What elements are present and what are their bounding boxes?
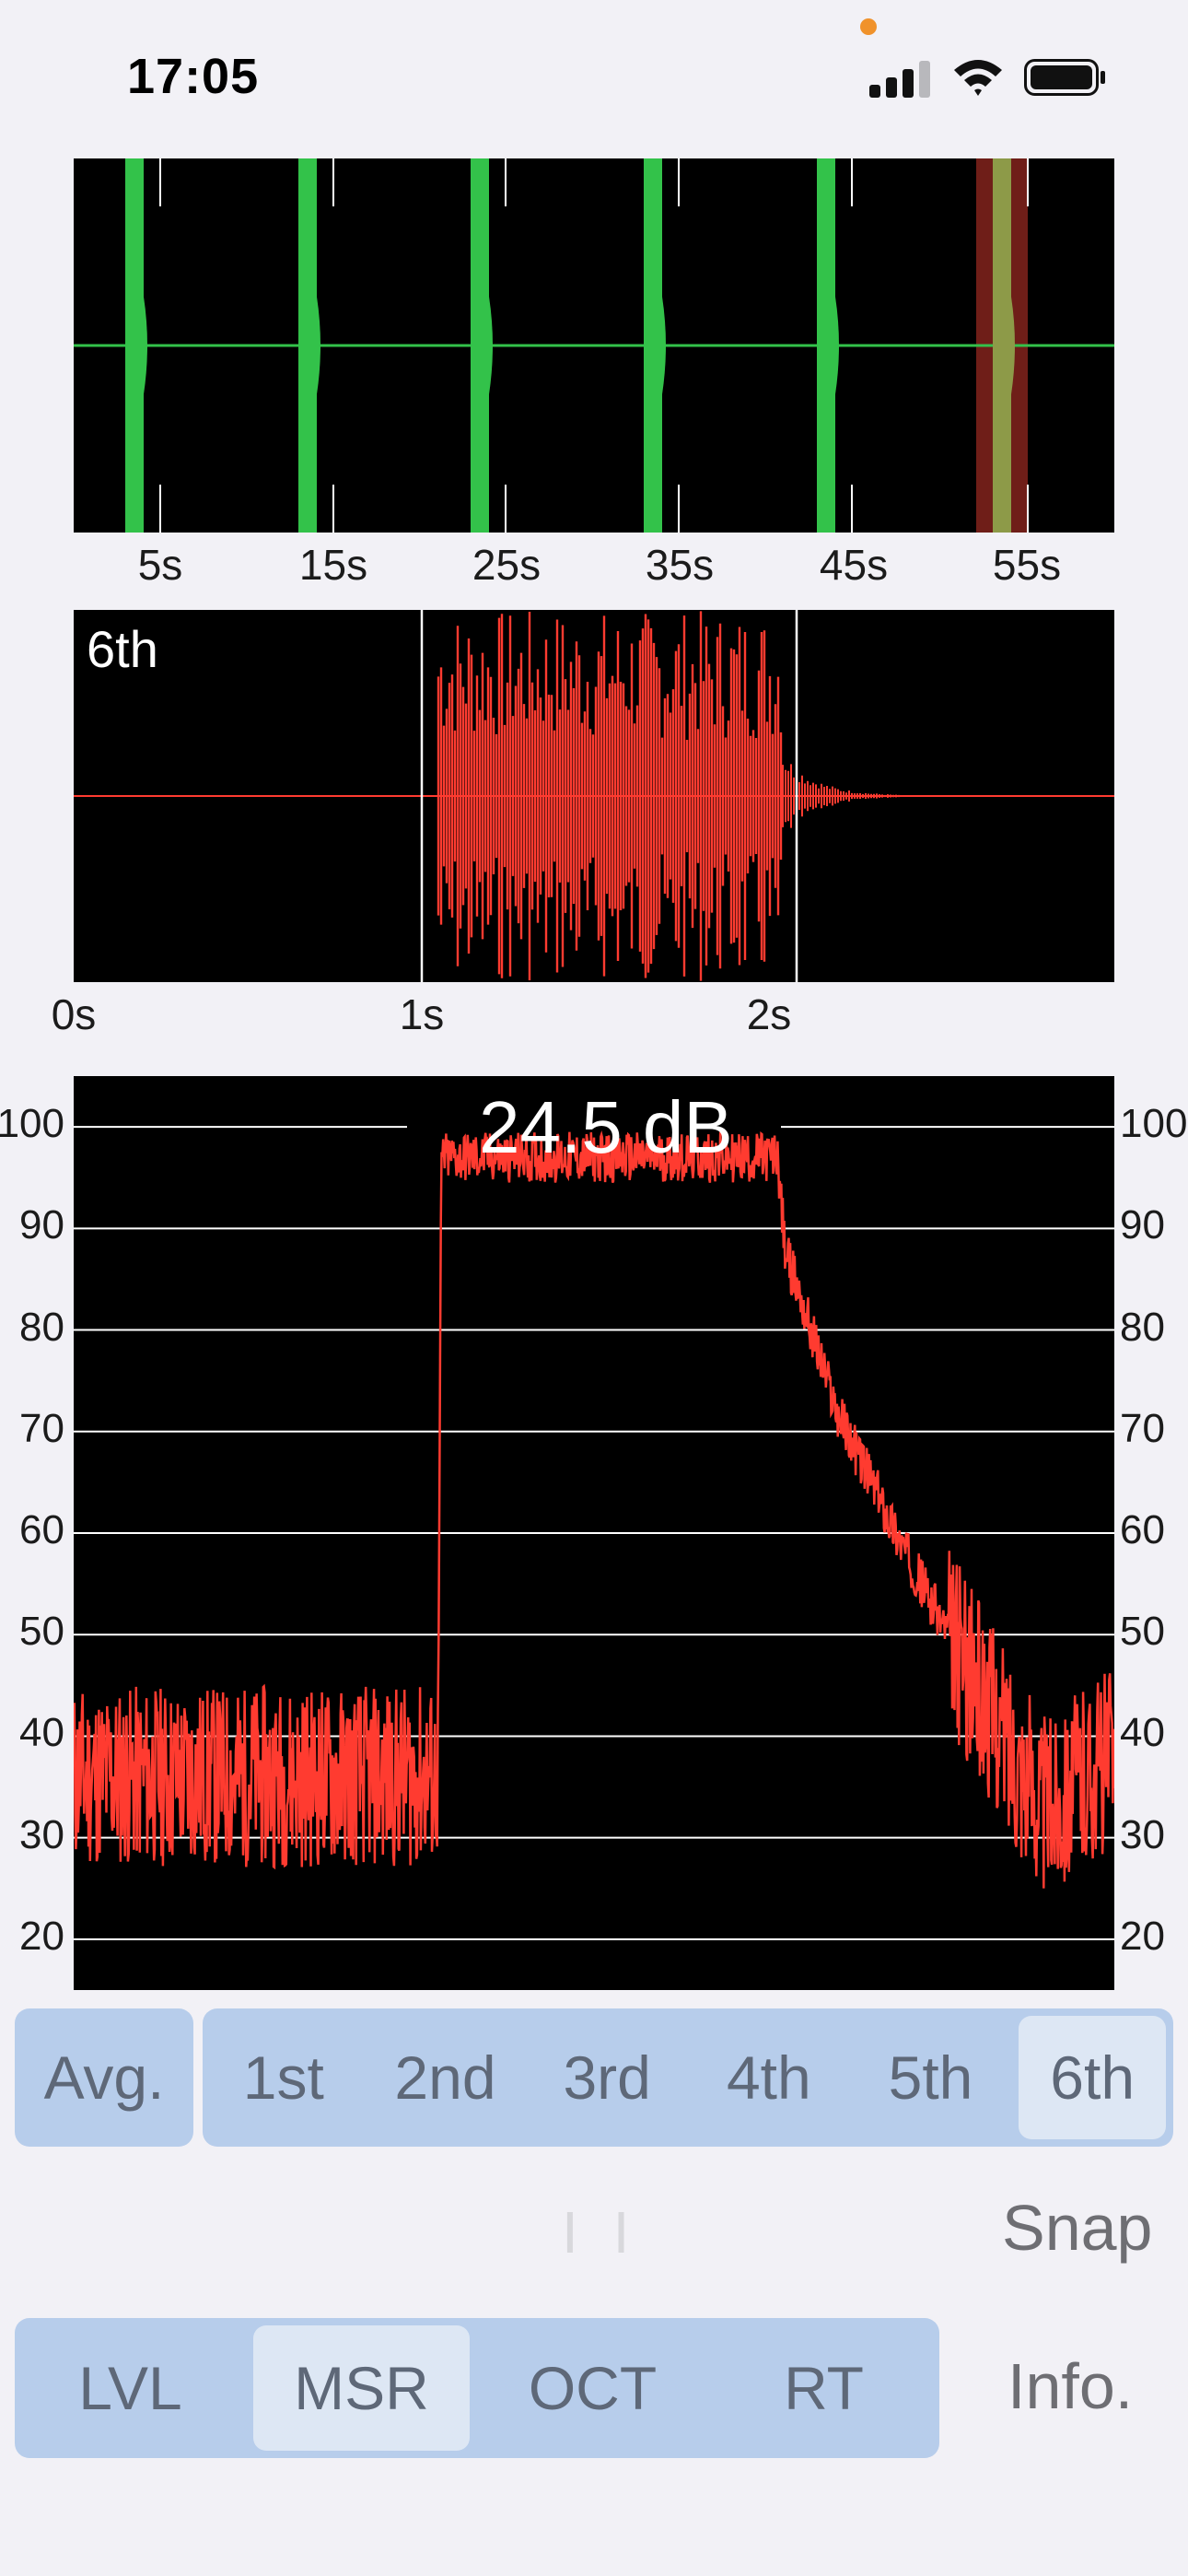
measurement-tab-1st[interactable]: 1st	[203, 2008, 365, 2147]
mode-tabs: LVL MSR OCT RT	[15, 2318, 939, 2458]
battery-icon	[1024, 59, 1105, 96]
y-tick-label: 90	[19, 1202, 64, 1248]
overview-burst	[817, 158, 835, 533]
y-tick-label: 50	[1120, 1609, 1165, 1655]
info-button[interactable]: Info.	[1007, 2349, 1133, 2423]
detail-burst	[437, 611, 783, 981]
y-tick-label: 30	[1120, 1811, 1165, 1857]
overview-burst	[471, 158, 489, 533]
y-tick-label: 50	[19, 1609, 64, 1655]
y-tick-label: 40	[1120, 1710, 1165, 1756]
overview-tick-label: 25s	[472, 541, 542, 589]
mode-tab-rt[interactable]: RT	[708, 2318, 939, 2458]
overview-burst	[125, 158, 144, 533]
overview-waveform[interactable]	[74, 158, 1114, 533]
pause-button[interactable]: I I	[562, 2198, 638, 2266]
detail-tick-label: 0s	[51, 990, 97, 1038]
y-tick-label: 60	[19, 1507, 64, 1552]
y-tick-label: 100	[1120, 1101, 1188, 1147]
y-tick-label: 20	[19, 1913, 64, 1959]
cellular-signal-icon	[869, 61, 932, 98]
overview-burst-tail	[317, 297, 320, 394]
mode-tab-lvl[interactable]: LVL	[15, 2318, 246, 2458]
recording-indicator-dot	[860, 18, 877, 35]
mode-tab-oct[interactable]: OCT	[477, 2318, 708, 2458]
overview-tick-label: 15s	[298, 541, 368, 589]
overview-tick-label: 45s	[819, 541, 889, 589]
overview-burst-tail	[835, 297, 839, 394]
y-tick-label: 80	[1120, 1304, 1165, 1350]
snap-button[interactable]: Snap	[1002, 2191, 1152, 2265]
overview-tick-label: 55s	[992, 541, 1062, 589]
overview-burst-tail	[489, 297, 493, 394]
overview-burst	[644, 158, 662, 533]
average-button-container: Avg.	[15, 2008, 193, 2147]
detail-waveform[interactable]	[74, 610, 1114, 982]
mode-tab-msr[interactable]: MSR	[253, 2325, 470, 2451]
y-tick-label: 100	[0, 1101, 64, 1147]
db-readout: 24.5 dB	[479, 1086, 733, 1168]
overview-burst	[993, 158, 1011, 533]
y-tick-label: 90	[1120, 1202, 1165, 1248]
measurement-tabs: 1st 2nd 3rd 4th 5th 6th	[203, 2008, 1173, 2147]
measurement-tab-2nd[interactable]: 2nd	[365, 2008, 527, 2147]
overview-tick-label: 5s	[137, 541, 183, 589]
average-button[interactable]: Avg.	[15, 2008, 193, 2147]
decay-chart[interactable]	[72, 1076, 1116, 1990]
measurement-tab-3rd[interactable]: 3rd	[526, 2008, 688, 2147]
measurement-tab-6th[interactable]: 6th	[1019, 2016, 1166, 2139]
y-tick-label: 20	[1120, 1913, 1165, 1959]
wifi-icon	[954, 60, 1002, 96]
overview-waveform-plot	[74, 158, 1114, 533]
decay-curve-plot	[72, 1126, 1116, 1940]
overview-burst	[298, 158, 317, 533]
overview-burst-tail	[144, 297, 147, 394]
status-time: 17:05	[127, 49, 260, 104]
y-tick-label: 30	[19, 1811, 64, 1857]
overview-burst-tail	[662, 297, 666, 394]
y-tick-label: 40	[19, 1710, 64, 1756]
selected-measurement-label: 6th	[87, 620, 158, 678]
measurement-tab-4th[interactable]: 4th	[688, 2008, 850, 2147]
overview-tick-label: 35s	[645, 541, 715, 589]
decay-curve-line	[72, 1130, 1116, 1889]
measurement-tab-5th[interactable]: 5th	[850, 2008, 1012, 2147]
detail-tick-label: 1s	[399, 990, 445, 1038]
detail-tick-label: 2s	[746, 990, 792, 1038]
y-tick-label: 70	[1120, 1405, 1165, 1451]
detail-waveform-plot	[74, 610, 1114, 982]
y-tick-label: 70	[19, 1405, 64, 1451]
y-tick-label: 60	[1120, 1507, 1165, 1552]
y-tick-label: 80	[19, 1304, 64, 1350]
